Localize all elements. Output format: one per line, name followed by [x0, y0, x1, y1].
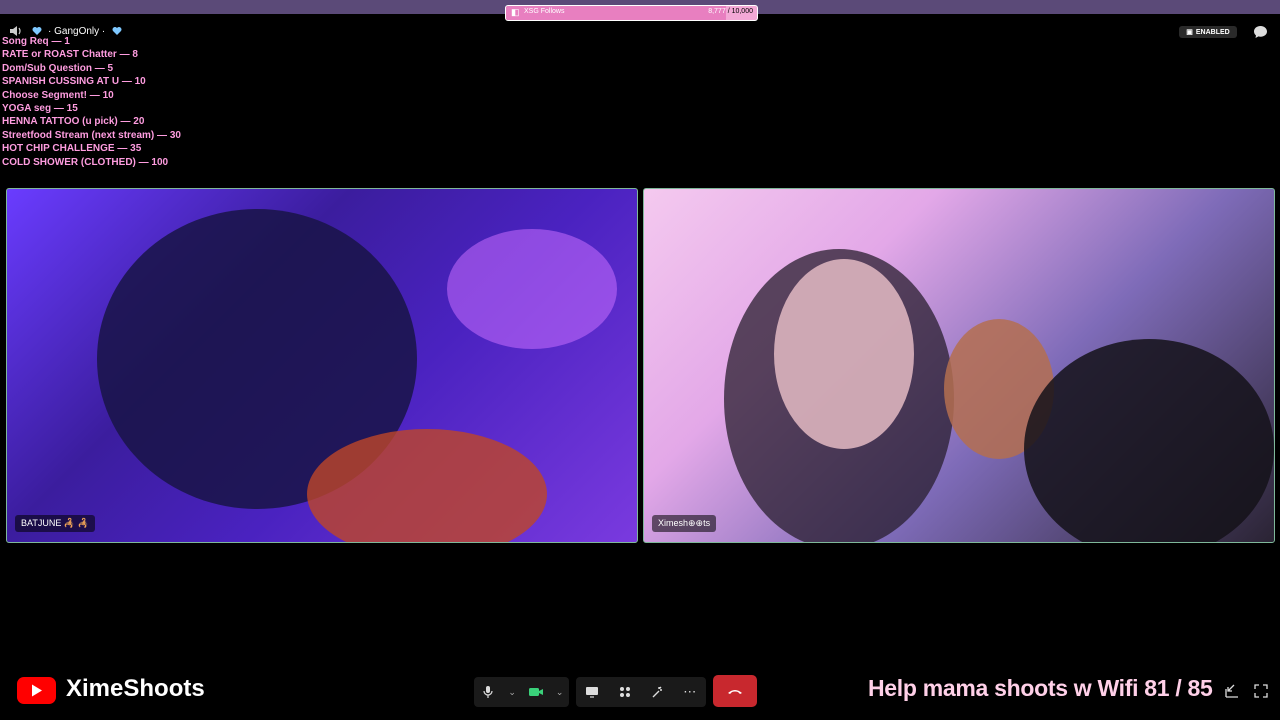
- wifi-goal-banner: Help mama shoots w Wifi 81 / 85: [868, 675, 1213, 701]
- effects-icon[interactable]: [647, 682, 667, 702]
- media-controls: ⌄ ⌄: [474, 677, 569, 707]
- microphone-icon[interactable]: [478, 682, 498, 702]
- chat-bubble-icon[interactable]: [1253, 25, 1268, 39]
- goal-icon: ◧: [511, 7, 520, 17]
- youtube-logo-icon: [17, 677, 56, 704]
- video-shape: [447, 229, 617, 349]
- participant-name-tag: BATJUNE 🦂 🦂: [15, 515, 95, 532]
- menu-item: SPANISH CUSSING AT U — 10: [2, 76, 146, 88]
- more-icon[interactable]: ⋯: [680, 682, 700, 702]
- channel-name: XimeShoots: [66, 675, 205, 702]
- menu-item: Song Req — 1: [2, 36, 70, 47]
- enabled-badge[interactable]: ▣ ENABLED: [1179, 26, 1237, 38]
- participant-name-tag: Ximesh⊕⊕ts: [652, 515, 717, 532]
- record-icon: ▣: [1186, 29, 1193, 36]
- chevron-down-icon[interactable]: ⌄: [555, 682, 565, 702]
- menu-item: COLD SHOWER (CLOTHED) — 100: [2, 156, 169, 168]
- enabled-label: ENABLED: [1195, 28, 1230, 36]
- menu-item: YOGA seg — 15: [2, 103, 78, 115]
- fullscreen-icon[interactable]: [1253, 683, 1269, 699]
- menu-item: Streetfood Stream (next stream) — 30: [2, 129, 181, 141]
- video-shape: [307, 429, 547, 542]
- goal-label: XSG Follows: [524, 8, 565, 15]
- call-controls: ⋯: [576, 677, 706, 707]
- apps-icon[interactable]: [615, 682, 635, 702]
- end-call-icon: [728, 690, 742, 694]
- chevron-down-icon[interactable]: ⌄: [507, 682, 517, 702]
- end-call-button[interactable]: [713, 675, 757, 707]
- menu-item: HOT CHIP CHALLENGE — 35: [2, 143, 142, 155]
- menu-item: Choose Segment! — 10: [2, 89, 114, 101]
- tip-menu: Song Req — 1 RATE or ROAST Chatter — 8 D…: [2, 35, 181, 169]
- participant-video-tile[interactable]: BATJUNE 🦂 🦂: [6, 188, 638, 543]
- goal-count: 8,777 / 10,000: [708, 8, 753, 15]
- participant-video-tile[interactable]: Ximesh⊕⊕ts: [643, 188, 1275, 543]
- follow-goal-bar: ◧ XSG Follows 8,777 / 10,000: [505, 5, 758, 21]
- video-shape: [774, 259, 914, 449]
- video-shape: [1024, 339, 1274, 542]
- menu-item: HENNA TATTOO (u pick) — 20: [2, 116, 145, 128]
- minimize-icon[interactable]: [1224, 683, 1240, 699]
- goal-target: / 10,000: [727, 8, 753, 15]
- screen-share-icon[interactable]: [582, 682, 602, 702]
- camera-icon[interactable]: [526, 682, 546, 702]
- menu-item: RATE or ROAST Chatter — 8: [2, 49, 138, 61]
- menu-item: Dom/Sub Question — 5: [2, 62, 114, 74]
- goal-current: 8,777: [708, 8, 726, 15]
